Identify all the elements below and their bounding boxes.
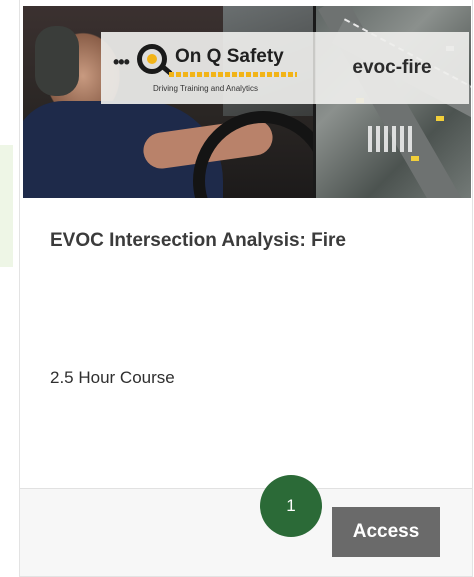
access-button[interactable]: Access [332, 507, 440, 557]
on-q-safety-logo: ••• On Q Safety Driving Training and Ana… [101, 32, 311, 104]
logo-banner: ••• On Q Safety Driving Training and Ana… [101, 32, 469, 104]
logo-brand-name: On Q Safety [175, 46, 284, 67]
course-hero-image: ••• On Q Safety Driving Training and Ana… [23, 6, 471, 198]
course-card: ••• On Q Safety Driving Training and Ana… [19, 0, 473, 577]
q-logo-icon [137, 44, 173, 76]
evoc-fire-logo: evoc-fire [352, 57, 432, 78]
logo-dots: ••• [113, 52, 130, 72]
card-footer: 1 Access [20, 475, 472, 576]
step-number-badge: 1 [260, 475, 322, 537]
course-duration: 2.5 Hour Course [50, 368, 175, 387]
adjacent-panel-edge [0, 145, 13, 267]
logo-tagline: Driving Training and Analytics [153, 84, 258, 93]
logo-dashes [169, 72, 297, 77]
card-body: EVOC Intersection Analysis: Fire 2.5 Hou… [20, 198, 472, 490]
course-title[interactable]: EVOC Intersection Analysis: Fire [50, 230, 346, 252]
